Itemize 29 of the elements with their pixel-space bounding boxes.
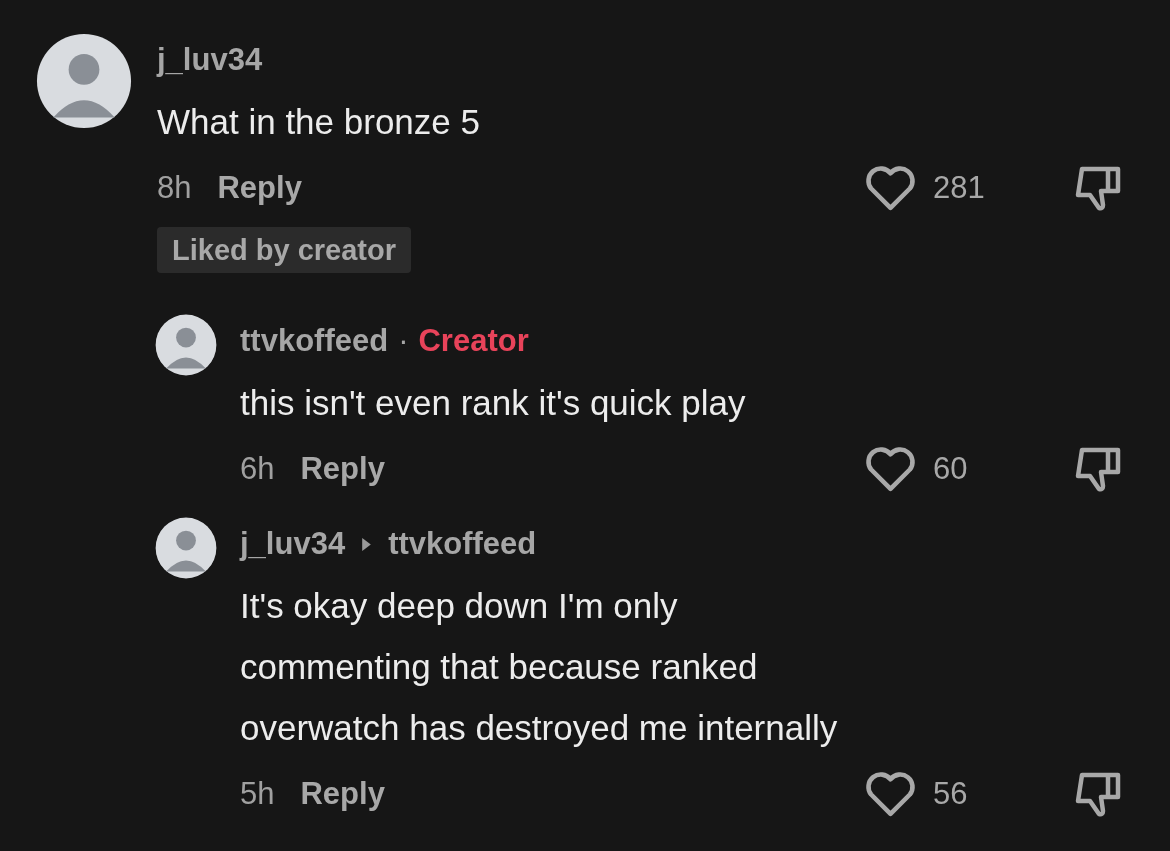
reply-button[interactable]: Reply bbox=[300, 451, 385, 487]
like-count: 281 bbox=[933, 170, 985, 206]
username[interactable]: ttvkoffeed bbox=[240, 323, 389, 359]
thumbs-down-icon[interactable] bbox=[1074, 165, 1122, 211]
timestamp: 8h bbox=[157, 170, 192, 206]
creator-label: Creator bbox=[418, 323, 529, 359]
heart-icon[interactable] bbox=[864, 770, 917, 818]
comment-text: What in the bronze 5 bbox=[157, 101, 480, 143]
liked-by-creator-badge: Liked by creator bbox=[157, 227, 412, 273]
comment-text: this isn't even rank it's quick play bbox=[240, 382, 746, 424]
like-count: 60 bbox=[933, 451, 968, 487]
username[interactable]: j_luv34 bbox=[240, 526, 346, 562]
thumbs-down-icon[interactable] bbox=[1074, 771, 1122, 817]
reply-button[interactable]: Reply bbox=[300, 776, 385, 812]
heart-icon[interactable] bbox=[864, 164, 917, 212]
thumbs-down-icon[interactable] bbox=[1074, 446, 1122, 492]
comment-text: It's okay deep down I'm only commenting that because ranked overwatch has destroyed me internally bbox=[240, 585, 838, 749]
timestamp: 6h bbox=[240, 451, 275, 487]
like-count: 56 bbox=[933, 776, 968, 812]
reply-button[interactable]: Reply bbox=[217, 170, 302, 206]
username[interactable]: ttvkoffeed bbox=[388, 526, 537, 562]
separator-dot: · bbox=[398, 323, 409, 359]
username[interactable]: j_luv34 bbox=[157, 42, 263, 78]
caret-icon bbox=[361, 536, 373, 552]
heart-icon[interactable] bbox=[864, 445, 917, 493]
timestamp: 5h bbox=[240, 776, 275, 812]
avatar[interactable] bbox=[155, 314, 217, 376]
avatar[interactable] bbox=[155, 517, 217, 579]
avatar[interactable] bbox=[36, 33, 132, 129]
